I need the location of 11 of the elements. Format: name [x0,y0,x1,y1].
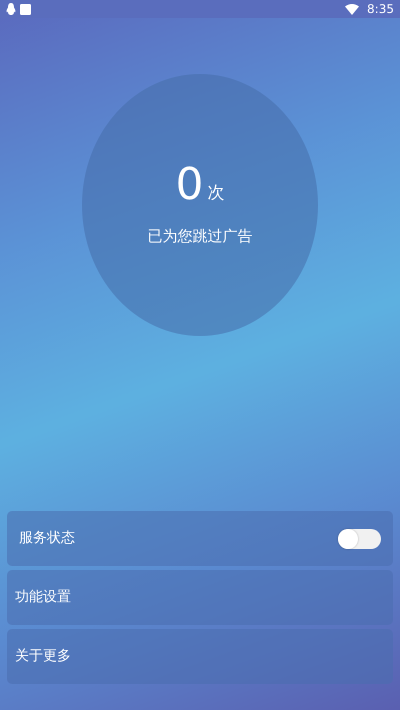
skip-caption: 已为您跳过广告 [148,226,252,247]
skip-count: 0 [176,162,204,207]
penguin-icon [6,3,16,15]
count-unit: 次 [208,182,224,206]
row-label: 服务状态 [19,529,75,548]
clock: 8:35 [367,1,394,18]
service-switch[interactable] [338,528,381,548]
wifi-icon [345,4,360,14]
menu-item[interactable]: 功能设置 [7,570,393,625]
notification-icon [20,3,31,15]
menu-item[interactable]: 关于更多 [7,629,393,684]
